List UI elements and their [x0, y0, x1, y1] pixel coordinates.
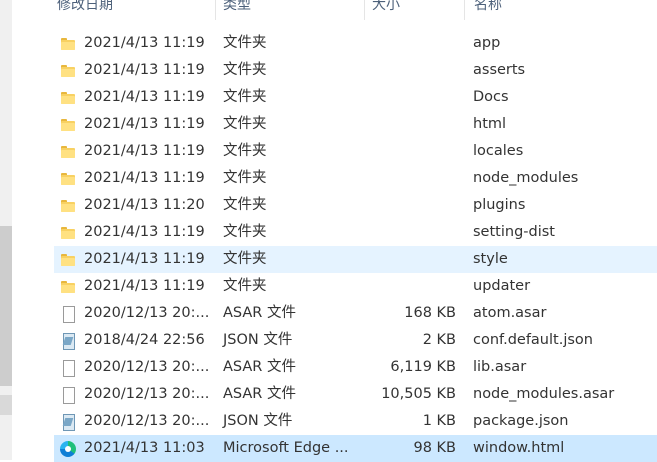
file-row[interactable]: 2021/4/13 11:19 文件夹 node_modules: [54, 165, 657, 192]
file-name: lib.asar: [473, 359, 527, 375]
file-icon: [60, 360, 76, 377]
file-type: 文件夹: [223, 278, 267, 294]
column-divider[interactable]: [215, 0, 216, 20]
file-date: 2020/12/13 20:...: [84, 386, 210, 402]
file-name: window.html: [473, 440, 565, 456]
file-type: 文件夹: [223, 62, 267, 78]
file-date: 2021/4/13 11:19: [84, 89, 205, 105]
file-name: asserts: [473, 62, 526, 78]
column-header-size[interactable]: 大小: [372, 0, 400, 18]
column-divider[interactable]: [364, 0, 365, 20]
folder-icon: [60, 279, 76, 295]
file-type: Microsoft Edge ...: [223, 440, 349, 456]
file-date: 2021/4/13 11:19: [84, 278, 205, 294]
file-row[interactable]: 2020/12/13 20:... ASAR 文件 10,505 KB node_mo…: [54, 381, 657, 408]
file-row[interactable]: 2021/4/13 11:19 文件夹 app: [54, 30, 657, 57]
file-type: ASAR 文件: [223, 359, 296, 375]
file-date: 2021/4/13 11:19: [84, 143, 205, 159]
json-icon: [60, 333, 76, 350]
folder-icon: [60, 117, 76, 133]
file-type: 文件夹: [223, 251, 267, 267]
file-row[interactable]: 2021/4/13 11:19 文件夹 setting-dist: [54, 219, 657, 246]
folder-icon: [60, 90, 76, 106]
file-type: 文件夹: [223, 116, 267, 132]
file-size: 98 KB: [413, 440, 456, 456]
file-date: 2021/4/13 11:19: [84, 35, 205, 51]
file-size: 1 KB: [422, 413, 456, 429]
file-date: 2021/4/13 11:19: [84, 116, 205, 132]
file-name: atom.asar: [473, 305, 547, 321]
file-date: 2020/12/13 20:...: [84, 305, 210, 321]
file-name: node_modules.asar: [473, 386, 615, 402]
file-type: ASAR 文件: [223, 305, 296, 321]
folder-icon: [60, 36, 76, 52]
folder-icon: [60, 171, 76, 187]
file-date: 2021/4/13 11:19: [84, 224, 205, 240]
file-row[interactable]: 2021/4/13 11:19 文件夹 style: [54, 246, 657, 273]
file-type: 文件夹: [223, 170, 267, 186]
vertical-scrollbar[interactable]: [0, 0, 12, 460]
file-type: 文件夹: [223, 35, 267, 51]
file-date: 2021/4/13 11:19: [84, 170, 205, 186]
file-row[interactable]: 2021/4/13 11:19 文件夹 asserts: [54, 57, 657, 84]
file-type: JSON 文件: [223, 332, 293, 348]
file-icon: [60, 306, 76, 323]
file-row[interactable]: 2021/4/13 11:20 文件夹 plugins: [54, 192, 657, 219]
file-size: 6,119 KB: [390, 359, 456, 375]
file-row[interactable]: 2021/4/13 11:19 文件夹 updater: [54, 273, 657, 300]
file-date: 2018/4/24 22:56: [84, 332, 205, 348]
file-size: 2 KB: [422, 332, 456, 348]
folder-icon: [60, 252, 76, 268]
file-name: plugins: [473, 197, 526, 213]
file-date: 2021/4/13 11:20: [84, 197, 205, 213]
column-header: 修改日期 类型 大小 名称: [12, 0, 657, 20]
file-row[interactable]: 2020/12/13 20:... ASAR 文件 6,119 KB lib.asar: [54, 354, 657, 381]
file-date: 2020/12/13 20:...: [84, 413, 210, 429]
file-name: app: [473, 35, 501, 51]
scrollbar-thumb[interactable]: [0, 226, 12, 386]
column-header-type[interactable]: 类型: [223, 0, 251, 18]
file-date: 2021/4/13 11:19: [84, 62, 205, 78]
file-row[interactable]: 2020/12/13 20:... ASAR 文件 168 KB atom.asar: [54, 300, 657, 327]
file-icon: [60, 387, 76, 404]
folder-icon: [60, 144, 76, 160]
folder-icon: [60, 63, 76, 79]
file-name: Docs: [473, 89, 509, 105]
file-row[interactable]: 2021/4/13 11:03 Microsoft Edge ... 98 KB wi…: [54, 435, 657, 462]
scrollbar-track-segment: [0, 395, 12, 415]
column-divider[interactable]: [464, 0, 465, 20]
file-row[interactable]: 2021/4/13 11:19 文件夹 html: [54, 111, 657, 138]
file-name: node_modules: [473, 170, 579, 186]
file-size: 168 KB: [404, 305, 456, 321]
file-type: 文件夹: [223, 143, 267, 159]
file-name: conf.default.json: [473, 332, 593, 348]
file-row[interactable]: 2021/4/13 11:19 文件夹 Docs: [54, 84, 657, 111]
file-type: 文件夹: [223, 197, 267, 213]
file-name: html: [473, 116, 507, 132]
folder-icon: [60, 198, 76, 214]
file-date: 2021/4/13 11:19: [84, 251, 205, 267]
file-name: style: [473, 251, 508, 267]
edge-icon: [60, 441, 76, 457]
file-name: package.json: [473, 413, 569, 429]
file-name: updater: [473, 278, 531, 294]
file-type: JSON 文件: [223, 413, 293, 429]
file-date: 2020/12/13 20:...: [84, 359, 210, 375]
file-row[interactable]: 2021/4/13 11:19 文件夹 locales: [54, 138, 657, 165]
file-type: 文件夹: [223, 224, 267, 240]
json-icon: [60, 414, 76, 431]
file-row[interactable]: 2020/12/13 20:... JSON 文件 1 KB package.json: [54, 408, 657, 435]
file-date: 2021/4/13 11:03: [84, 440, 205, 456]
file-type: ASAR 文件: [223, 386, 296, 402]
file-size: 10,505 KB: [381, 386, 456, 402]
file-name: locales: [473, 143, 524, 159]
file-row[interactable]: 2018/4/24 22:56 JSON 文件 2 KB conf.default.j…: [54, 327, 657, 354]
folder-icon: [60, 225, 76, 241]
file-name: setting-dist: [473, 224, 555, 240]
column-header-name[interactable]: 名称: [474, 0, 502, 18]
file-type: 文件夹: [223, 89, 267, 105]
column-header-date[interactable]: 修改日期: [57, 0, 113, 18]
